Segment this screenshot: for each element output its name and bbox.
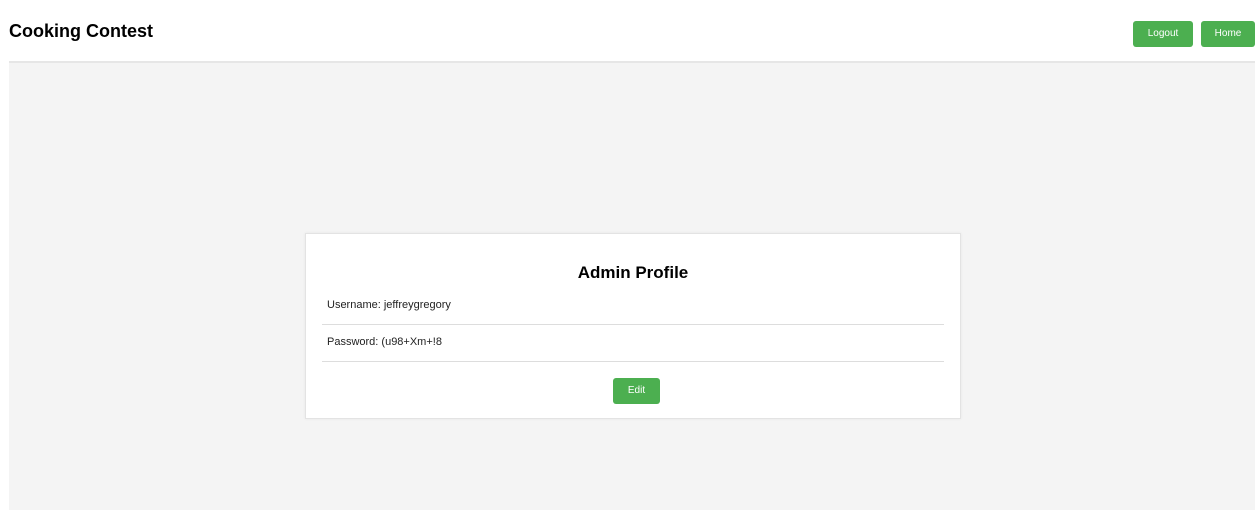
password-text: Password: (u98+Xm+!8 [327,336,442,348]
home-button[interactable]: Home [1201,21,1255,47]
username-text: Username: jeffreygregory [327,299,451,311]
username-row: Username: jeffreygregory [322,288,944,325]
logout-button[interactable]: Logout [1133,21,1193,47]
app-title: Cooking Contest [9,21,153,41]
profile-card: Admin Profile Username: jeffreygregory P… [305,233,961,419]
password-row: Password: (u98+Xm+!8 [322,325,944,362]
header: Cooking Contest Logout Home [0,0,1255,62]
edit-button[interactable]: Edit [613,378,660,404]
main-content: Admin Profile Username: jeffreygregory P… [9,63,1255,510]
profile-title: Admin Profile [577,263,689,282]
